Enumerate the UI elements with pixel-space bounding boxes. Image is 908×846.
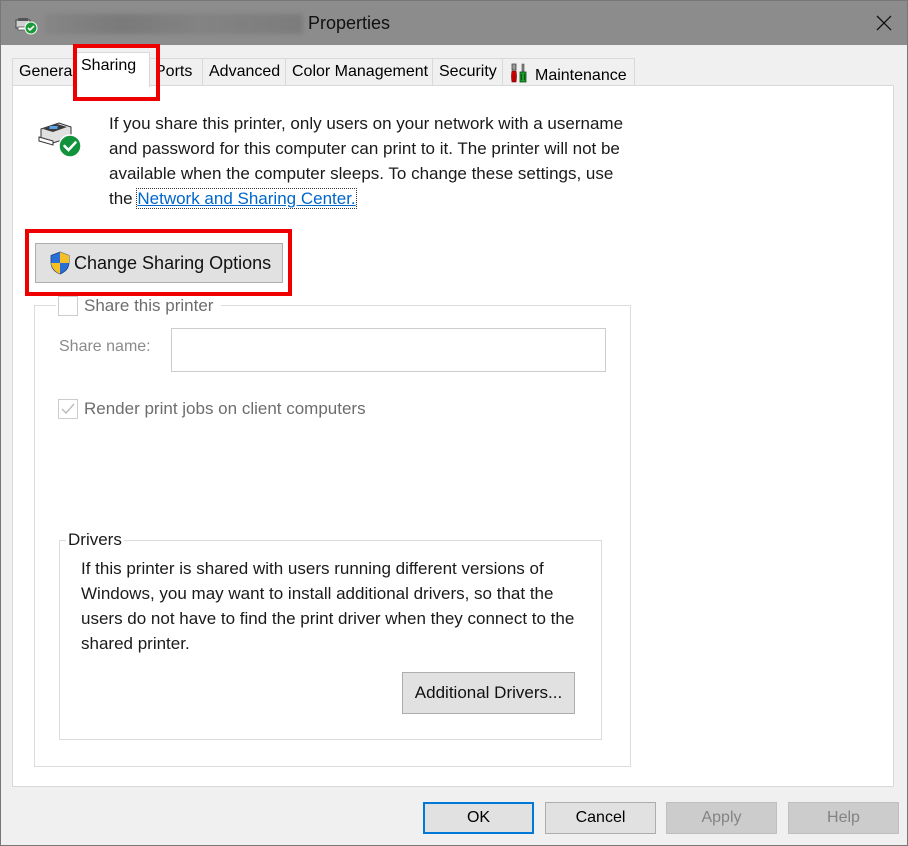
render-jobs-checkbox[interactable] [58,399,78,419]
ok-button[interactable]: OK [423,802,534,834]
tab-advanced[interactable]: Advanced [202,58,286,86]
printer-shared-icon [38,122,82,158]
additional-drivers-button[interactable]: Additional Drivers... [402,672,575,714]
tab-sharing[interactable]: Sharing [74,52,150,87]
network-sharing-center-link[interactable]: Network and Sharing Center. [136,188,357,209]
render-jobs-checkbox-row[interactable]: Render print jobs on client computers [58,399,366,419]
title-bar: Properties [1,1,907,45]
sharing-info-text: If you share this printer, only users on… [109,114,624,209]
drivers-description: If this printer is shared with users run… [81,559,575,653]
printer-properties-dialog: Properties General Ports Advanced Color … [0,0,908,846]
tab-security[interactable]: Security [432,58,503,86]
cancel-button[interactable]: Cancel [545,802,656,834]
uac-shield-icon [50,251,70,275]
tab-color-management[interactable]: Color Management [285,58,433,86]
close-button[interactable] [861,1,907,45]
window-title: Properties [308,13,391,33]
printer-icon [15,18,38,35]
drivers-legend: Drivers [66,530,124,550]
share-name-label: Share name: [59,338,151,355]
redacted-printer-name [45,14,303,34]
tab-maintenance[interactable]: Maintenance [502,58,635,86]
share-printer-checkbox[interactable] [58,296,78,316]
apply-button[interactable]: Apply [666,802,777,834]
checkmark-icon [61,403,75,415]
tab-general[interactable]: General [12,58,75,86]
share-name-input[interactable] [171,328,606,372]
sharing-panel: If you share this printer, only users on… [12,85,894,787]
share-printer-checkbox-row[interactable]: Share this printer [56,296,222,316]
drivers-group-box: Drivers If this printer is shared with u… [59,530,602,740]
help-button[interactable]: Help [788,802,899,834]
close-icon [876,15,892,31]
change-sharing-options-button[interactable]: Change Sharing Options [35,243,283,283]
share-group-box: Share this printer Share name: Render pr… [34,296,631,767]
tab-ports[interactable]: Ports [148,58,204,86]
tools-icon [511,63,527,83]
